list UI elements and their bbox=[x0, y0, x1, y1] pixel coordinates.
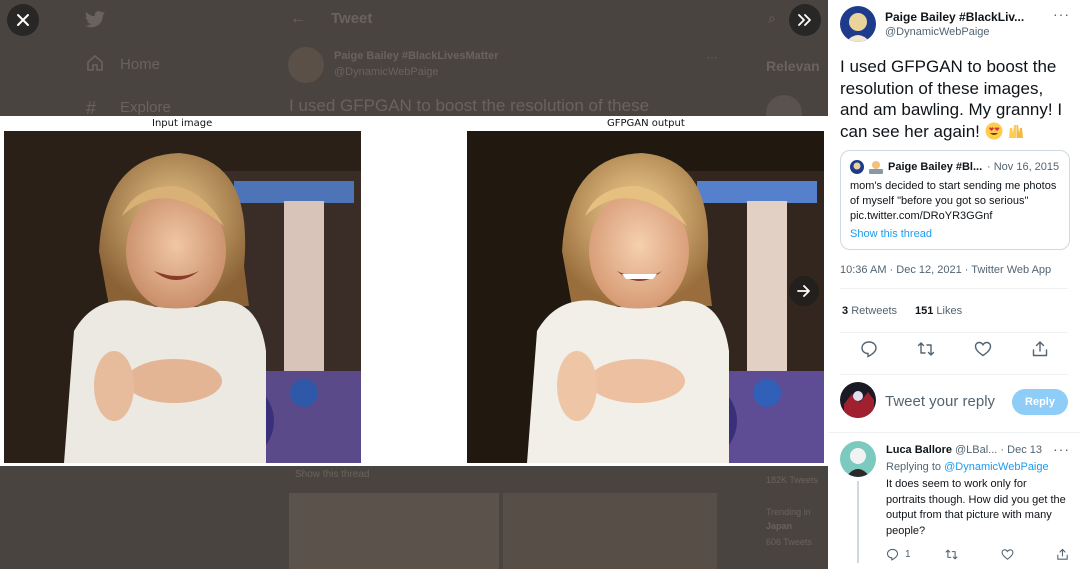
retweet-icon[interactable] bbox=[917, 340, 935, 358]
bg-more-icon: ··· bbox=[706, 50, 718, 64]
search-icon: ⌕ bbox=[768, 10, 776, 26]
retweets-label: Retweets bbox=[851, 305, 898, 317]
replying-to: Replying to @DynamicWebPaige bbox=[886, 461, 1049, 473]
reply-author-avatar-image bbox=[840, 441, 876, 477]
retweets-number: 3 bbox=[842, 305, 849, 317]
author-name[interactable]: Paige Bailey #BlackLiv... bbox=[885, 10, 1024, 24]
avatar bbox=[850, 160, 864, 174]
replying-to-label: Replying to bbox=[886, 461, 942, 473]
nav-home-label: Home bbox=[120, 56, 161, 73]
arrow-right-icon bbox=[797, 285, 810, 297]
show-thread-link[interactable]: Show this thread bbox=[850, 228, 932, 240]
output-image-caption: GFPGAN output bbox=[607, 118, 685, 129]
thread-line bbox=[857, 481, 859, 563]
reply-author-name[interactable]: Luca Ballore bbox=[886, 444, 952, 456]
technologist-emoji-icon bbox=[869, 161, 883, 174]
home-icon bbox=[87, 54, 103, 71]
tweet-text: I used GFPGAN to boost the resolution of… bbox=[840, 56, 1076, 142]
back-arrow-icon: ← bbox=[290, 10, 306, 27]
reply-button[interactable]: Reply bbox=[1012, 389, 1068, 415]
bg-thread-photo bbox=[289, 493, 499, 569]
twitter-logo-icon bbox=[84, 11, 106, 28]
heart-icon bbox=[1001, 548, 1014, 560]
tweet-body: I used GFPGAN to boost the resolution of… bbox=[840, 57, 1063, 141]
retweet-icon bbox=[945, 549, 958, 559]
avatar[interactable] bbox=[840, 441, 876, 477]
divider bbox=[840, 332, 1068, 333]
bg-author-avatar bbox=[288, 47, 324, 83]
heart-eyes-emoji-icon bbox=[985, 122, 1003, 139]
quoted-tweet[interactable]: Paige Bailey #Bl... · Nov 16, 2015 mom's… bbox=[840, 150, 1070, 250]
bg-thread-photo bbox=[503, 493, 717, 569]
bg-trend-count: 182K Tweets bbox=[766, 475, 818, 485]
bg-author-handle: @DynamicWebPaige bbox=[334, 66, 439, 78]
author-handle[interactable]: @DynamicWebPaige bbox=[885, 26, 990, 38]
author-avatar-image bbox=[840, 6, 876, 42]
reply-count: 1 bbox=[905, 548, 911, 560]
reply-tweet[interactable]: Luca Ballore @LBal... · Dec 13 ··· Reply… bbox=[828, 432, 1080, 569]
raised-hands-emoji-icon bbox=[1009, 124, 1024, 138]
avatar[interactable] bbox=[840, 6, 876, 42]
tweet-timestamp[interactable]: 10:36 AM · Dec 12, 2021 · Twitter Web Ap… bbox=[840, 264, 1051, 276]
reply-icon[interactable] bbox=[860, 340, 878, 358]
bg-trend-count: 606 Tweets bbox=[766, 537, 812, 547]
heart-icon[interactable] bbox=[974, 340, 992, 358]
input-image-caption: Input image bbox=[152, 118, 213, 129]
collapse-panel-button[interactable] bbox=[789, 4, 821, 36]
next-image-button[interactable] bbox=[789, 276, 819, 306]
quote-author-name: Paige Bailey #Bl... bbox=[888, 161, 983, 173]
quote-date: · Nov 16, 2015 bbox=[987, 161, 1060, 173]
likes-count[interactable]: 151 Likes bbox=[915, 305, 962, 317]
divider bbox=[840, 374, 1068, 375]
more-icon[interactable]: ··· bbox=[1053, 6, 1070, 22]
bg-trend-name: Japan bbox=[766, 521, 793, 531]
bg-trend-context: Trending in bbox=[766, 507, 811, 517]
quote-text: mom's decided to start sending me photos… bbox=[850, 180, 1057, 222]
retweets-count[interactable]: 3 Retweets bbox=[842, 305, 897, 317]
share-icon[interactable] bbox=[1031, 340, 1049, 358]
reply-icon bbox=[886, 548, 899, 561]
tweet-detail-panel: Paige Bailey #BlackLiv... @DynamicWebPai… bbox=[828, 0, 1080, 569]
media-image: Input image GFPGAN output bbox=[0, 116, 828, 466]
input-photo bbox=[4, 131, 361, 463]
close-icon bbox=[17, 14, 29, 26]
bg-tweet-text: I used GFPGAN to boost the resolution of… bbox=[289, 96, 650, 115]
quote-avatar-image bbox=[850, 160, 864, 174]
relevant-people-heading: Relevan bbox=[766, 58, 820, 74]
retweet-action[interactable] bbox=[945, 547, 958, 561]
likes-number: 151 bbox=[915, 305, 934, 317]
reply-input[interactable] bbox=[885, 390, 1005, 412]
nav-explore-label: Explore bbox=[120, 99, 171, 116]
page-title: Tweet bbox=[331, 10, 373, 27]
replying-to-handle[interactable]: @DynamicWebPaige bbox=[944, 461, 1049, 473]
divider bbox=[840, 288, 1068, 289]
like-action[interactable] bbox=[1001, 547, 1014, 561]
bg-show-thread: Show this thread bbox=[295, 469, 370, 480]
current-user-avatar-image bbox=[840, 382, 876, 418]
more-icon[interactable]: ··· bbox=[1053, 441, 1070, 457]
share-action[interactable] bbox=[1056, 547, 1069, 561]
likes-label: Likes bbox=[936, 305, 963, 317]
reply-text: It does seem to work only for portraits … bbox=[886, 478, 1066, 537]
reply-author-handle[interactable]: @LBal... · Dec 13 bbox=[955, 444, 1042, 456]
close-button[interactable] bbox=[7, 4, 39, 36]
bg-author-name: Paige Bailey #BlackLivesMatter bbox=[334, 50, 499, 62]
avatar[interactable] bbox=[840, 382, 876, 418]
share-icon bbox=[1057, 548, 1068, 560]
reply-action[interactable]: 1 bbox=[886, 547, 911, 561]
output-photo bbox=[467, 131, 824, 463]
double-chevron-right-icon bbox=[798, 14, 811, 26]
